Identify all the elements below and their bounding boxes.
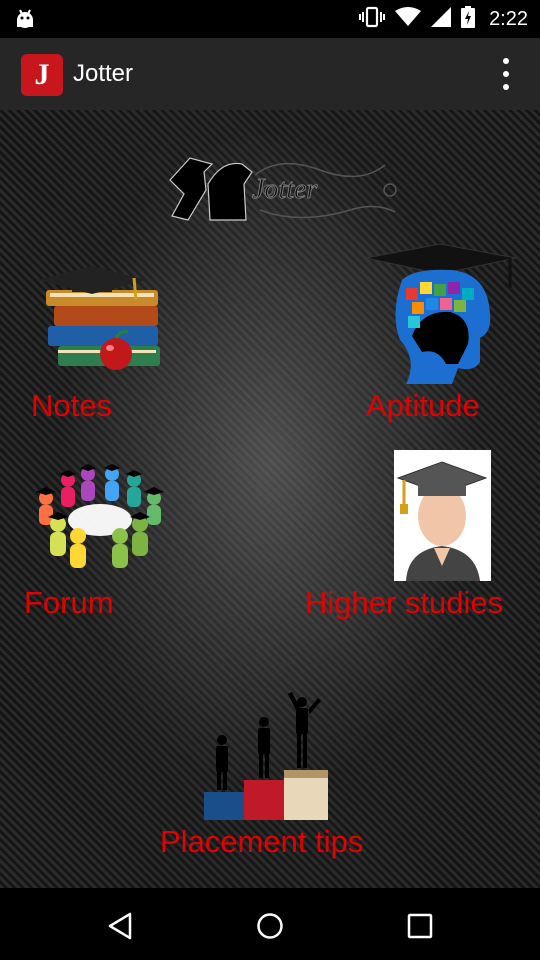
aptitude-brain-icon[interactable] bbox=[362, 240, 518, 386]
overflow-menu-icon[interactable] bbox=[502, 58, 510, 90]
home-icon[interactable] bbox=[250, 906, 290, 946]
jotter-banner-text: Jotter bbox=[252, 174, 317, 205]
navigation-bar bbox=[0, 888, 540, 960]
action-bar: J Jotter bbox=[0, 38, 540, 110]
wifi-icon bbox=[395, 6, 422, 32]
app-title: Jotter bbox=[73, 60, 134, 87]
signal-icon bbox=[431, 6, 452, 32]
recents-icon[interactable] bbox=[400, 906, 440, 946]
jotter-banner: Jotter bbox=[160, 150, 400, 228]
main-menu: Jotter Notes Aptitude Forum Higher studi… bbox=[0, 110, 540, 888]
status-bar: 2:22 bbox=[0, 0, 540, 38]
app-logo: J bbox=[21, 54, 63, 96]
status-time: 2:22 bbox=[489, 7, 528, 30]
higher-studies-label[interactable]: Higher studies bbox=[305, 585, 503, 621]
higher-studies-graduate-icon[interactable] bbox=[394, 450, 491, 581]
aptitude-label[interactable]: Aptitude bbox=[366, 388, 480, 424]
back-icon[interactable] bbox=[101, 906, 141, 946]
notes-books-icon[interactable] bbox=[36, 260, 168, 376]
forum-label[interactable]: Forum bbox=[24, 585, 114, 621]
forum-people-icon[interactable] bbox=[28, 462, 172, 574]
vibrate-icon bbox=[359, 6, 386, 33]
android-notification-icon bbox=[14, 7, 36, 36]
placement-podium-icon[interactable] bbox=[200, 688, 334, 822]
notes-label[interactable]: Notes bbox=[31, 388, 112, 424]
placement-tips-label[interactable]: Placement tips bbox=[160, 824, 363, 860]
battery-icon bbox=[461, 5, 476, 33]
